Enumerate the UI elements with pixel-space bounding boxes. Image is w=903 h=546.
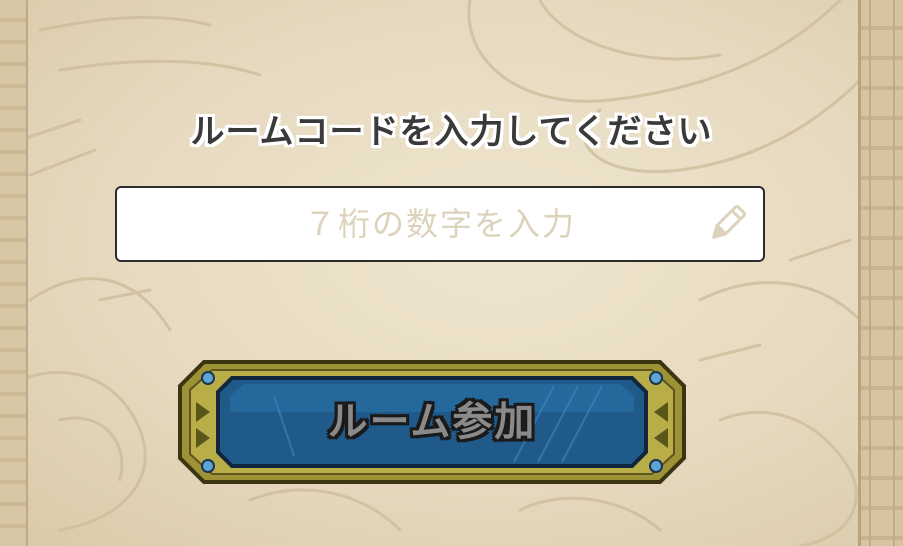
left-ornament-border: [0, 0, 28, 546]
pencil-icon: [712, 204, 747, 239]
room-code-dialog: ルームコードを入力してください ７桁の数字を入力 ルーム参加: [0, 0, 903, 546]
right-ornament-border: [858, 0, 903, 546]
join-button-label: ルーム参加: [327, 399, 537, 445]
dialog-title: ルームコードを入力してください: [190, 112, 713, 152]
join-room-button[interactable]: ルーム参加: [174, 356, 690, 488]
room-code-input[interactable]: [117, 188, 763, 260]
room-code-field[interactable]: [115, 186, 765, 262]
